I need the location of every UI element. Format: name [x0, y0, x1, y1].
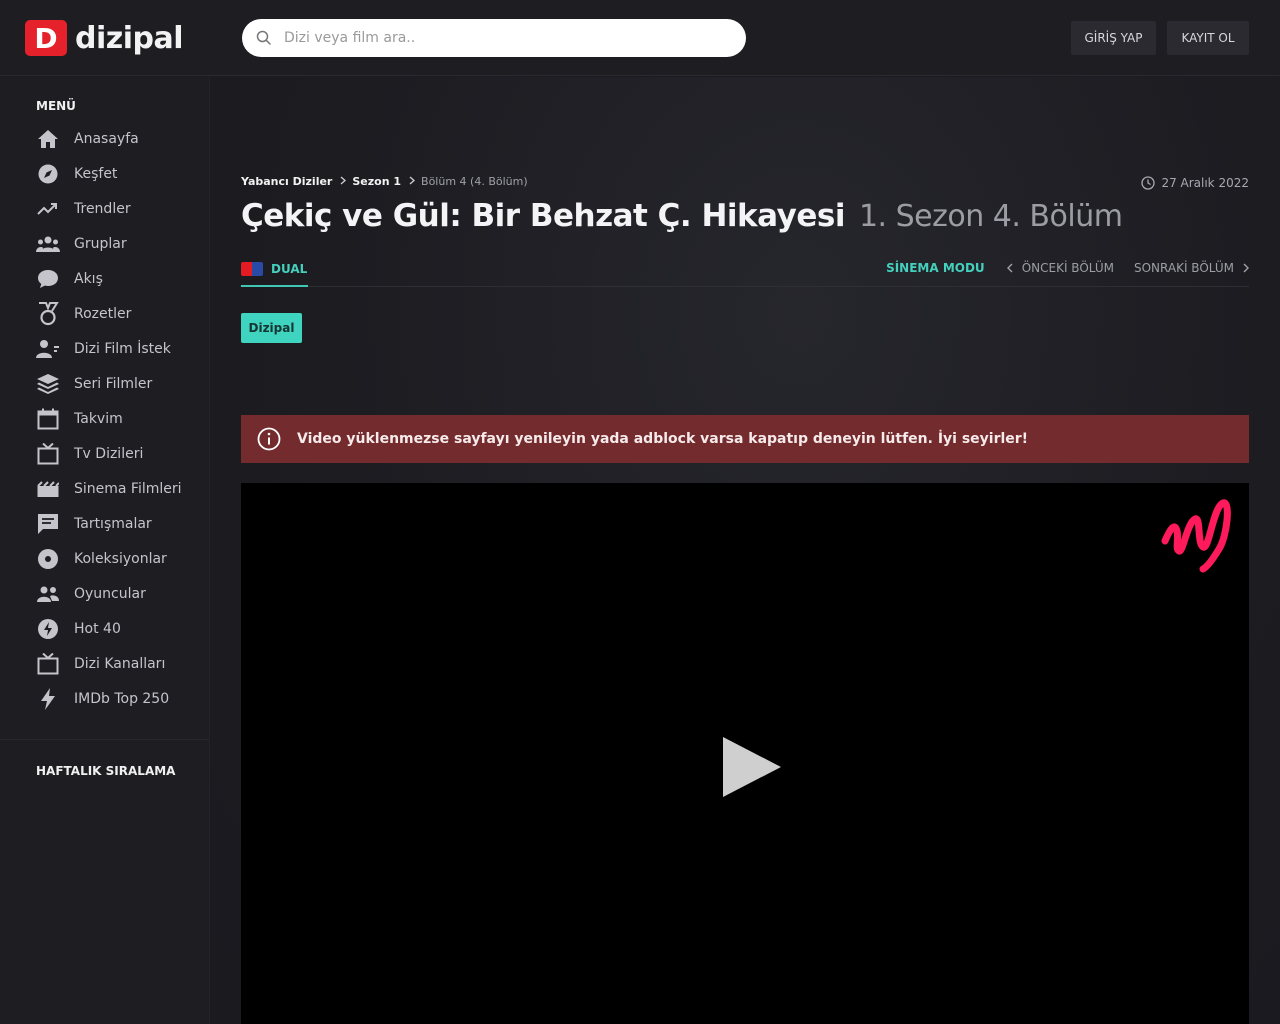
people-icon [36, 582, 60, 606]
sidebar-item-label: Tartışmalar [74, 515, 152, 532]
breadcrumb-category[interactable]: Yabancı Diziler [241, 175, 332, 188]
episode-tabbar: DUAL SİNEMA MODU ÖNCEKİ BÖLÜM SONRAKİ BÖ… [241, 255, 1249, 287]
sidebar-item-label: Oyuncular [74, 585, 146, 602]
sidebar-item-koleksiyonlar[interactable]: Koleksiyonlar [36, 541, 206, 576]
sidebar-item-label: Seri Filmler [74, 375, 153, 392]
video-player[interactable] [241, 483, 1249, 1024]
sidebar-item-hot-40[interactable]: Hot 40 [36, 611, 206, 646]
search-bar[interactable] [242, 19, 746, 57]
next-episode-button[interactable]: SONRAKİ BÖLÜM [1134, 261, 1249, 275]
medal-icon [36, 301, 60, 326]
search-icon [256, 30, 271, 45]
film-icon [36, 477, 60, 501]
disc-icon [36, 547, 60, 571]
sidebar-item-label: Koleksiyonlar [74, 550, 167, 567]
sidebar-item-label: Anasayfa [74, 130, 139, 147]
sidebar-item-takvim[interactable]: Takvim [36, 401, 206, 436]
sidebar-item-tv-dizileri[interactable]: Tv Dizileri [36, 436, 206, 471]
compass-icon [36, 162, 60, 186]
cinema-mode-button[interactable]: SİNEMA MODU [886, 261, 985, 275]
top-header: D dizipal GİRİŞ YAP KAYIT OL [0, 0, 1280, 76]
page-title: Çekiç ve Gül: Bir Behzat Ç. Hikayesi [241, 198, 845, 234]
logo-text: dizipal [75, 20, 184, 56]
previous-episode-button[interactable]: ÖNCEKİ BÖLÜM [1006, 261, 1114, 275]
tv-channel-icon [36, 652, 60, 676]
episode-subtitle: 1. Sezon 4. Bölüm [858, 199, 1123, 234]
sidebar-item-label: Akış [74, 270, 103, 287]
trending-icon [36, 197, 60, 221]
chevron-left-icon [1006, 263, 1013, 273]
search-input[interactable] [284, 30, 704, 46]
logo-badge: D [25, 20, 67, 56]
chat-bubble-icon [36, 267, 60, 291]
user-request-icon [36, 337, 60, 361]
alert-text: Video yüklenmezse sayfayı yenileyin yada… [297, 431, 1029, 447]
tab-dual[interactable]: DUAL [241, 255, 309, 287]
sidebar-item-kesfet[interactable]: Keşfet [36, 156, 206, 191]
player-brand-logo-icon [1161, 499, 1231, 573]
sidebar-item-label: Dizi Kanalları [74, 655, 166, 672]
page-title-row: Çekiç ve Gül: Bir Behzat Ç. Hikayesi 1. … [241, 198, 1123, 234]
source-dizipal-button[interactable]: Dizipal [241, 313, 302, 343]
lightning-icon [36, 687, 60, 711]
sidebar-item-anasayfa[interactable]: Anasayfa [36, 121, 206, 156]
episode-nav: SİNEMA MODU ÖNCEKİ BÖLÜM SONRAKİ BÖLÜM [886, 261, 1249, 275]
sidebar-item-label: Gruplar [74, 235, 127, 252]
layers-icon [36, 372, 60, 396]
date-text: 27 Aralık 2022 [1161, 176, 1249, 190]
sidebar-item-akis[interactable]: Akış [36, 261, 206, 296]
play-icon[interactable] [721, 735, 783, 799]
sidebar-item-label: Keşfet [74, 165, 118, 182]
home-icon [36, 127, 60, 151]
menu-title: MENÜ [36, 99, 76, 113]
clock-icon [1141, 176, 1156, 190]
chevron-right-icon [1243, 263, 1249, 273]
sidebar-item-sinema-filmleri[interactable]: Sinema Filmleri [36, 471, 206, 506]
login-button[interactable]: GİRİŞ YAP [1071, 21, 1156, 55]
sidebar-item-label: Tv Dizileri [74, 445, 144, 462]
sidebar-item-dizi-kanallari[interactable]: Dizi Kanalları [36, 646, 206, 681]
sidebar-item-label: Hot 40 [74, 620, 121, 637]
next-episode-label: SONRAKİ BÖLÜM [1133, 261, 1234, 275]
hot-icon [36, 617, 60, 641]
sidebar: MENÜ Anasayfa Keşfet Trendler Gruplar Ak… [0, 77, 210, 1024]
sidebar-item-label: IMDb Top 250 [74, 690, 170, 707]
dual-flag-icon [241, 262, 263, 276]
sidebar-divider [0, 739, 209, 740]
sidebar-item-dizi-film-istek[interactable]: Dizi Film İstek [36, 331, 206, 366]
chevron-right-icon [340, 175, 347, 188]
sidebar-item-trendler[interactable]: Trendler [36, 191, 206, 226]
sidebar-item-rozetler[interactable]: Rozetler [36, 296, 206, 331]
site-logo[interactable]: D dizipal [25, 20, 184, 56]
sidebar-item-label: Dizi Film İstek [74, 340, 171, 357]
tv-icon [36, 442, 60, 466]
sidebar-item-label: Trendler [74, 200, 131, 217]
info-icon [257, 427, 281, 451]
sidebar-item-imdb-top-250[interactable]: IMDb Top 250 [36, 681, 206, 716]
sidebar-item-label: Rozetler [74, 305, 132, 322]
register-button[interactable]: KAYIT OL [1167, 21, 1249, 55]
breadcrumb-season[interactable]: Sezon 1 [352, 175, 401, 188]
sidebar-item-oyuncular[interactable]: Oyuncular [36, 576, 206, 611]
calendar-icon [36, 407, 60, 431]
warning-alert: Video yüklenmezse sayfayı yenileyin yada… [241, 415, 1249, 463]
tab-dual-label: DUAL [271, 262, 308, 276]
forum-icon [36, 512, 60, 536]
previous-episode-label: ÖNCEKİ BÖLÜM [1021, 261, 1114, 275]
chevron-right-icon [409, 175, 416, 188]
sidebar-item-gruplar[interactable]: Gruplar [36, 226, 206, 261]
breadcrumb-current: Bölüm 4 (4. Bölüm) [421, 175, 528, 188]
breadcrumb: Yabancı Diziler Sezon 1 Bölüm 4 (4. Bölü… [241, 175, 528, 188]
sidebar-menu: Anasayfa Keşfet Trendler Gruplar Akış Ro… [36, 121, 206, 716]
release-date: 27 Aralık 2022 [1141, 176, 1249, 190]
sidebar-item-label: Takvim [74, 410, 123, 427]
groups-icon [36, 232, 60, 256]
weekly-ranking-title: HAFTALIK SIRALAMA [36, 764, 176, 778]
sidebar-item-label: Sinema Filmleri [74, 480, 182, 497]
sidebar-item-seri-filmler[interactable]: Seri Filmler [36, 366, 206, 401]
sidebar-item-tartismalar[interactable]: Tartışmalar [36, 506, 206, 541]
